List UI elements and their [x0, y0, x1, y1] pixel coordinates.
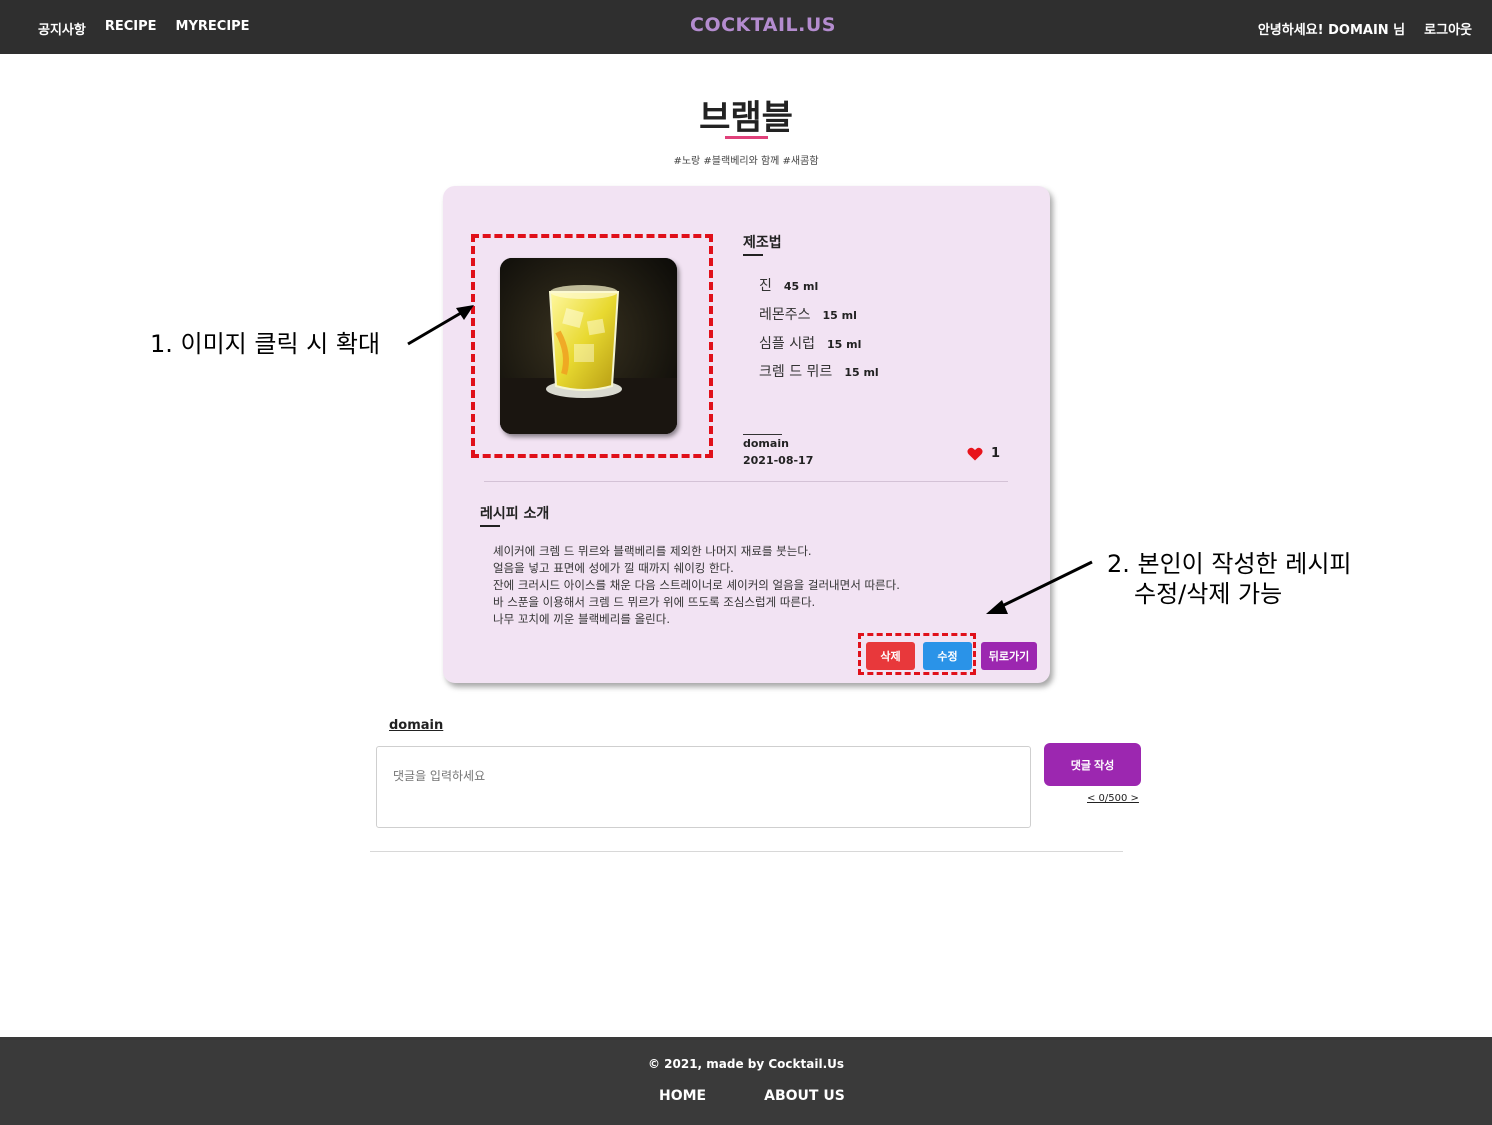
intro-line: 바 스푼을 이용해서 크렘 드 뮈르가 위에 뜨도록 조심스럽게 따른다.	[493, 595, 816, 609]
intro-heading-underline	[480, 525, 500, 527]
comment-char-count: < 0/500 >	[1087, 793, 1139, 804]
footer-links: HOME ABOUT US	[659, 1088, 845, 1104]
heart-icon	[967, 447, 983, 460]
like-button[interactable]: 1	[967, 446, 1000, 461]
site-logo[interactable]: COCKTAIL.US	[690, 14, 836, 36]
like-count: 1	[991, 446, 1001, 461]
card-divider	[484, 481, 1008, 482]
ingredient-name: 심플 시럽	[759, 336, 815, 352]
nav-myrecipe[interactable]: MYRECIPE	[176, 19, 250, 38]
title-underline	[725, 136, 768, 139]
delete-button[interactable]: 삭제	[866, 642, 915, 670]
ingredient-amount: 15 ml	[844, 366, 879, 379]
intro-line: 잔에 크러시드 아이스를 채운 다음 스트레이너로 셰이커의 얼음을 걸러내면서…	[493, 578, 900, 592]
intro-line: 얼음을 넣고 표면에 성에가 낄 때까지 쉐이킹 한다.	[493, 561, 734, 575]
footer-copyright: © 2021, made by Cocktail.Us	[647, 1057, 845, 1071]
nav-notice[interactable]: 공지사항	[38, 19, 86, 38]
comment-username: domain	[389, 718, 444, 733]
recipe-date: 2021-08-17	[743, 454, 814, 467]
ingredient-row: 심플 시럽 15 ml	[759, 333, 861, 353]
edit-delete-annotation-line2: 수정/삭제 가능	[1134, 580, 1283, 608]
recipe-author: domain	[743, 437, 789, 450]
footer-about-link[interactable]: ABOUT US	[764, 1088, 845, 1104]
method-heading-underline	[743, 254, 763, 256]
recipe-intro: 셰이커에 크렘 드 뮈르와 블랙베리를 제외한 나머지 재료를 붓는다. 얼음을…	[493, 543, 900, 628]
comments-divider	[370, 851, 1123, 852]
ingredient-row: 크렘 드 뮈르 15 ml	[759, 361, 879, 381]
image-zoom-annotation: 1. 이미지 클릭 시 확대	[150, 330, 381, 358]
user-nav: 안녕하세요! DOMAIN 님 로그아웃	[1258, 19, 1472, 38]
intro-heading: 레시피 소개	[480, 506, 550, 522]
arrow-icon	[407, 305, 474, 346]
greeting-text: 안녕하세요! DOMAIN 님	[1257, 23, 1406, 38]
author-rule	[743, 434, 782, 435]
ingredient-row: 진 45 ml	[759, 275, 818, 295]
footer	[0, 1037, 1492, 1125]
edit-button[interactable]: 수정	[923, 642, 972, 670]
main-nav: 공지사항 RECIPE MYRECIPE	[38, 19, 250, 38]
ingredient-amount: 15 ml	[826, 338, 862, 351]
ingredient-row: 레몬주스 15 ml	[759, 304, 857, 324]
ingredient-name: 진	[759, 278, 772, 294]
back-button[interactable]: 뒤로가기	[981, 642, 1037, 670]
comment-submit-button[interactable]: 댓글 작성	[1044, 743, 1141, 786]
ingredient-name: 레몬주스	[759, 307, 811, 323]
recipe-tags: #노랑 #블랙베리와 함께 #새콤함	[673, 156, 819, 167]
nav-recipe[interactable]: RECIPE	[105, 19, 157, 38]
method-heading: 제조법	[743, 235, 782, 251]
edit-delete-annotation-line1: 2. 본인이 작성한 레시피	[1107, 550, 1352, 578]
arrow-icon	[986, 560, 1093, 614]
footer-home-link[interactable]: HOME	[659, 1088, 706, 1104]
ingredient-name: 크렘 드 뮈르	[759, 364, 833, 380]
top-navbar: 공지사항 RECIPE MYRECIPE COCKTAIL.US 안녕하세요! …	[0, 0, 1492, 54]
recipe-title: 브램블	[699, 98, 793, 138]
intro-line: 셰이커에 크렘 드 뮈르와 블랙베리를 제외한 나머지 재료를 붓는다.	[493, 544, 812, 558]
image-highlight-box	[471, 234, 713, 458]
ingredient-amount: 45 ml	[783, 280, 819, 293]
logout-link[interactable]: 로그아웃	[1424, 19, 1472, 38]
intro-line: 나무 꼬치에 끼운 블랙베리를 올린다.	[493, 612, 670, 626]
comment-input[interactable]	[376, 746, 1031, 828]
ingredient-amount: 15 ml	[822, 309, 857, 322]
